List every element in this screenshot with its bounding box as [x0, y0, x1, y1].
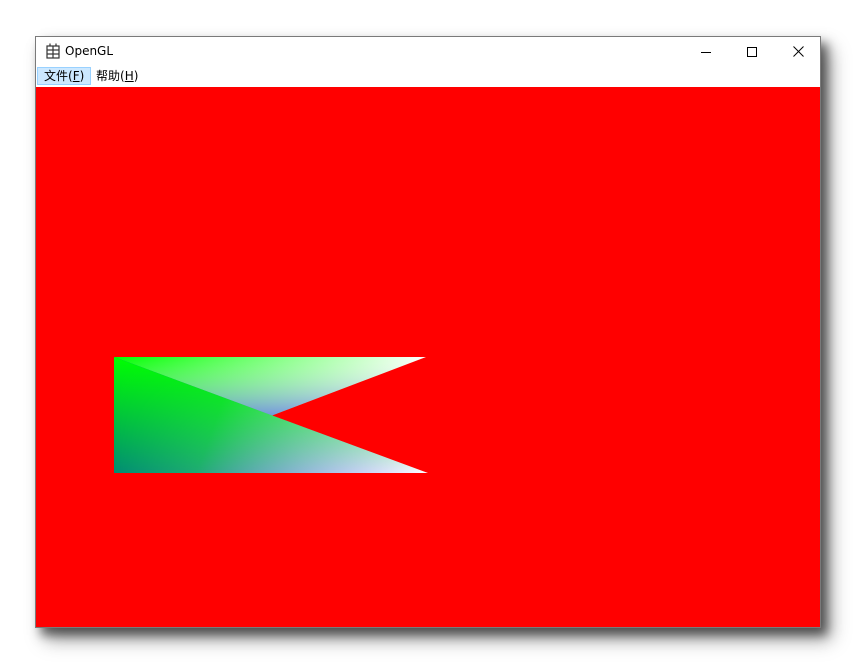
menu-file[interactable]: 文件(F) [37, 67, 92, 85]
minimize-button[interactable] [683, 37, 729, 66]
opengl-canvas[interactable] [36, 87, 820, 627]
menu-help-label: 帮助( [96, 69, 125, 83]
app-icon [45, 43, 61, 59]
minimize-icon [701, 51, 711, 53]
title-bar[interactable]: OpenGL [36, 37, 820, 66]
window-title: OpenGL [65, 44, 114, 58]
close-icon [792, 46, 804, 57]
menu-file-mnemonic: F [72, 69, 80, 83]
maximize-icon [747, 46, 757, 57]
render-surface [114, 357, 428, 473]
maximize-button[interactable] [729, 37, 775, 66]
menu-help-mnemonic: H [124, 69, 134, 83]
menu-help-suffix: ) [133, 69, 139, 83]
menu-bar: 文件(F) 帮助(H) [36, 66, 820, 86]
close-button[interactable] [775, 37, 821, 66]
menu-file-label: 文件( [44, 69, 73, 83]
menu-file-suffix: ) [79, 69, 85, 83]
menu-help[interactable]: 帮助(H) [90, 67, 144, 85]
app-window: OpenGL 文件(F) 帮助(H) [35, 36, 821, 628]
